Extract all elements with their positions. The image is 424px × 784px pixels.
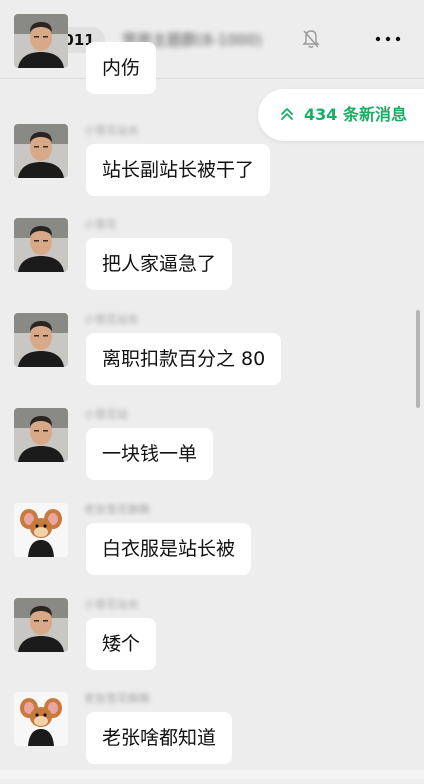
sender-name: 老张雪花飘飘 — [84, 692, 150, 705]
sender-name: 老张雪花飘飘 — [84, 503, 150, 516]
sender-name: 小雪花站 — [84, 408, 128, 421]
cartoon-mouse-avatar[interactable] — [14, 503, 68, 557]
man-photo-avatar[interactable] — [14, 598, 68, 652]
message-bubble[interactable]: 内伤 — [86, 42, 157, 94]
message-bubble[interactable]: 白衣服是站长被 — [86, 523, 252, 575]
man-photo-avatar[interactable] — [14, 218, 68, 272]
message-bubble[interactable]: 矮个 — [86, 618, 157, 670]
message-row: 小雪花 把人家逼急了 — [0, 218, 424, 310]
message-bubble[interactable]: 老张啥都知道 — [86, 712, 233, 764]
message-row: 小雪花站 一块钱一单 — [0, 408, 424, 500]
more-dots-icon[interactable] — [372, 28, 404, 50]
bottom-edge — [0, 770, 424, 779]
man-photo-avatar[interactable] — [14, 124, 68, 178]
new-messages-label: 434 条新消息 — [304, 105, 407, 124]
message-row: 小雪花站长离职扣款百分之 80 — [0, 313, 424, 405]
message-bubble[interactable]: 一块钱一单 — [86, 428, 214, 480]
man-photo-avatar[interactable] — [14, 313, 68, 367]
message-bubble[interactable]: 离职扣款百分之 80 — [86, 333, 282, 385]
message-row: 老张雪花飘飘白衣服是站长被 — [0, 503, 424, 595]
sender-name: 小雪花 — [84, 218, 117, 231]
scrollbar[interactable] — [416, 310, 420, 408]
man-photo-avatar[interactable] — [14, 408, 68, 462]
double-chevron-up-icon — [281, 108, 293, 120]
new-messages-button[interactable]: 434 条新消息 — [258, 89, 424, 141]
message-row: 小雪花站长 矮个 — [0, 598, 424, 690]
cartoon-mouse-avatar[interactable] — [14, 692, 68, 746]
message-bubble[interactable]: 把人家逼急了 — [86, 238, 233, 290]
message-bubble[interactable]: 站长副站长被干了 — [86, 144, 271, 196]
man-photo-avatar[interactable] — [14, 14, 68, 68]
sender-name: 小雪花站长 — [84, 313, 139, 326]
sender-name: 小雪花站长 — [84, 598, 139, 611]
bell-off-icon — [302, 30, 320, 48]
sender-name: 小雪花站长 — [84, 124, 139, 137]
